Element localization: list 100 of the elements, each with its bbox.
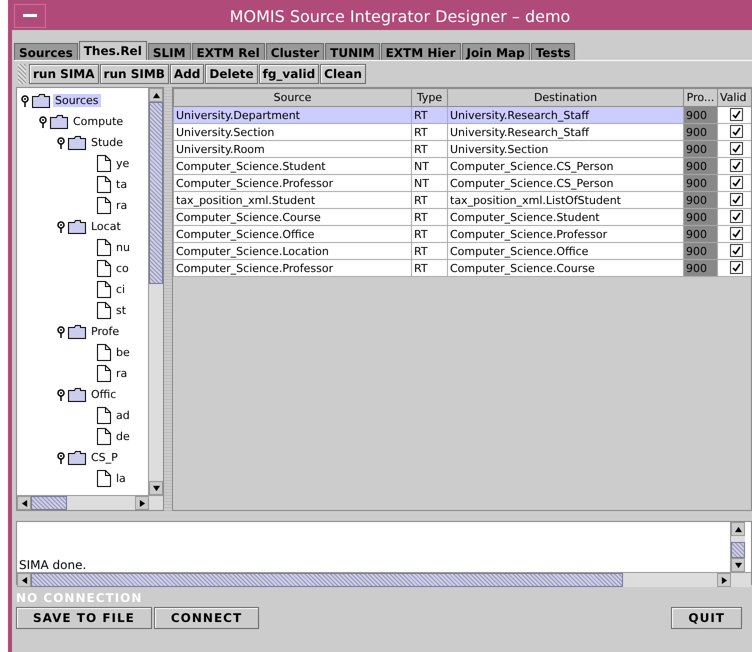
checkbox[interactable] [730, 227, 743, 240]
toolbar-grip[interactable] [18, 64, 26, 84]
table-cell: RT [412, 226, 448, 242]
table-cell: 900 [684, 208, 718, 226]
checkbox[interactable] [730, 142, 743, 155]
tab[interactable]: SLIM [148, 43, 191, 60]
table-cell: Computer_Science.Professor [448, 226, 684, 242]
tree-item[interactable]: st [114, 304, 128, 317]
column-header[interactable]: Source [174, 88, 412, 106]
document-icon [97, 407, 111, 424]
table-cell: RT [412, 242, 448, 260]
column-header[interactable]: Destination [448, 88, 684, 106]
log-message: SIMA done. [19, 558, 86, 572]
tab[interactable]: EXTM Rel [192, 43, 265, 60]
table-cell: Computer_Science.CS_Person [448, 158, 684, 174]
tab[interactable]: Join Map [462, 43, 530, 60]
document-icon [97, 281, 111, 298]
action-button[interactable]: SAVE TO FILE [16, 607, 152, 629]
tree-item[interactable]: ci [114, 283, 128, 296]
arrow-icon[interactable] [734, 562, 742, 568]
document-icon [97, 260, 111, 277]
checkbox[interactable] [730, 244, 743, 257]
checkbox[interactable] [730, 159, 743, 172]
window-title: MOMIS Source Integrator Designer – demo [228, 6, 572, 26]
tree-item[interactable]: ad [114, 409, 132, 422]
table-cell: 900 [684, 106, 718, 124]
table-cell: tax_position_xml.ListOfStudent [448, 192, 684, 208]
toolbar-button[interactable]: Add [170, 64, 204, 84]
window-menu-button[interactable] [14, 4, 46, 28]
table-cell: University.Section [174, 124, 412, 140]
toolbar-button[interactable]: run SIMB [100, 64, 169, 84]
table-cell: Computer_Science.Professor [174, 260, 412, 276]
table-cell: University.Section [448, 140, 684, 158]
column-header[interactable]: Valid [718, 88, 751, 106]
action-button[interactable]: CONNECT [154, 607, 260, 629]
expand-handle-icon[interactable] [57, 136, 65, 148]
column-header[interactable]: Type [412, 88, 448, 106]
arrow-icon[interactable] [20, 576, 28, 584]
folder-icon [50, 114, 68, 128]
minimize-bar-icon [23, 14, 37, 18]
tab[interactable]: Tests [530, 43, 576, 60]
expand-handle-icon[interactable] [57, 452, 65, 464]
tree-item[interactable]: co [114, 262, 131, 275]
tree-item[interactable]: Compute [71, 115, 126, 128]
checkbox[interactable] [730, 176, 743, 189]
tree-item[interactable]: Locat [89, 220, 123, 233]
expand-handle-icon[interactable] [57, 326, 65, 338]
tree-item[interactable]: Profe [89, 325, 122, 338]
arrow-icon[interactable] [20, 500, 28, 506]
vertical-scrollbar[interactable] [730, 522, 745, 572]
tree-item[interactable]: be [114, 346, 132, 359]
tab[interactable]: Cluster [266, 43, 324, 60]
tab[interactable]: Sources [14, 43, 78, 60]
tab[interactable]: TUNIM [325, 43, 380, 60]
checkbox[interactable] [730, 108, 743, 121]
tree-item[interactable]: ta [114, 178, 130, 191]
toolbar-button[interactable]: Delete [205, 64, 258, 84]
arrow-icon[interactable] [152, 484, 160, 492]
expand-handle-icon[interactable] [57, 220, 65, 232]
table-cell: RT [412, 192, 448, 208]
checkbox[interactable] [730, 193, 743, 206]
document-icon [97, 470, 111, 487]
toolbar-button[interactable]: fg_valid [258, 64, 320, 84]
table-cell: Computer_Science.Course [174, 208, 412, 226]
tree-item[interactable]: Sources [53, 94, 101, 107]
expand-handle-icon[interactable] [57, 388, 65, 400]
arrow-icon[interactable] [734, 526, 742, 532]
tree-item[interactable]: la [114, 472, 128, 485]
tree-item[interactable]: ra [114, 199, 130, 212]
tab[interactable]: Thes.Rel [78, 41, 147, 60]
table-cell: University.Department [174, 106, 412, 124]
tree-item[interactable]: Offic [89, 388, 118, 401]
checkbox[interactable] [730, 261, 743, 274]
folder-icon [68, 450, 86, 464]
arrow-icon[interactable] [720, 576, 728, 584]
table-cell: 900 [684, 242, 718, 260]
toolbar-button[interactable]: Clean [320, 64, 366, 84]
vertical-scrollbar[interactable] [148, 88, 163, 495]
tree-item[interactable]: Stude [89, 136, 126, 149]
table-cell: RT [412, 260, 448, 276]
tree-item[interactable]: ra [114, 367, 130, 380]
action-button[interactable]: QUIT [671, 607, 742, 629]
tab[interactable]: EXTM Hier [380, 43, 461, 60]
expand-handle-icon[interactable] [21, 94, 29, 106]
tree-item[interactable]: nu [114, 241, 132, 254]
tree-item[interactable]: CS_P [89, 451, 120, 464]
toolbar-button[interactable]: run SIMA [29, 64, 99, 84]
tree-item[interactable]: de [114, 430, 132, 443]
table-cell: Computer_Science.Location [174, 242, 412, 260]
checkbox[interactable] [730, 125, 743, 138]
arrow-icon[interactable] [138, 500, 146, 506]
arrow-icon[interactable] [152, 92, 160, 98]
table-cell: 900 [684, 124, 718, 140]
table-cell: University.Room [174, 140, 412, 158]
expand-handle-icon[interactable] [39, 116, 47, 128]
column-header[interactable]: Pro... [684, 88, 718, 106]
table-cell: RT [412, 140, 448, 158]
checkbox[interactable] [730, 210, 743, 223]
tree-item[interactable]: ye [114, 157, 132, 170]
table-cell: 900 [684, 260, 718, 276]
